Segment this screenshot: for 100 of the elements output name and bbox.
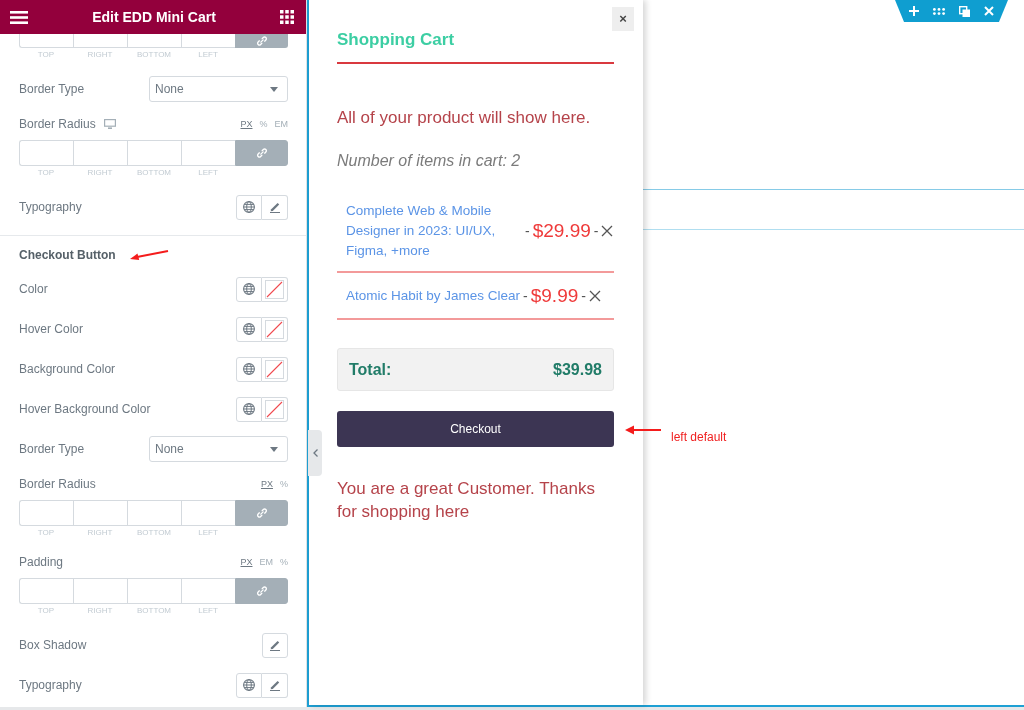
dimension-field[interactable] [181, 140, 235, 166]
close-icon[interactable] [588, 290, 601, 302]
global-button[interactable] [236, 396, 262, 422]
total-amount: $39.98 [553, 359, 602, 380]
control-label: Border Radius [19, 476, 96, 492]
globe-icon [243, 403, 255, 415]
control-label: Color [19, 281, 48, 297]
color-picker-button[interactable] [262, 316, 288, 342]
control-label: Box Shadow [19, 637, 87, 653]
control-label: Border Radius [19, 116, 96, 132]
color-picker-button[interactable] [262, 356, 288, 382]
control-label: Hover Background Color [19, 401, 151, 417]
product-link[interactable]: Atomic Habit by James Clear [346, 286, 521, 306]
select-field[interactable]: None [149, 76, 288, 102]
caret-down-icon [270, 446, 278, 452]
dimension-field[interactable] [127, 140, 181, 166]
annotation-arrow-icon [625, 425, 661, 435]
dimension-field[interactable] [181, 578, 235, 604]
empty-swatch-icon [265, 399, 284, 419]
item-count-text: Number of items in cart: 2 [337, 151, 522, 171]
pencil-icon [268, 679, 281, 691]
product-link[interactable]: Complete Web & Mobile Designer in 2023: UI/UX, Figma, +more [346, 201, 522, 261]
global-button[interactable] [236, 276, 262, 302]
side-label: BOTTOM [135, 167, 173, 179]
dimension-field[interactable] [181, 34, 235, 48]
chevron-left-icon [312, 449, 318, 457]
control-label: Background Color [19, 361, 116, 377]
dimension-field[interactable] [19, 34, 73, 48]
intro-text: All of your product will show here. [337, 107, 592, 129]
globe-icon [243, 323, 255, 335]
dimension-field[interactable] [19, 140, 73, 166]
apps-grid-icon[interactable] [280, 10, 294, 24]
global-button[interactable] [236, 316, 262, 342]
global-button[interactable] [236, 194, 262, 220]
close-button[interactable]: × [612, 7, 634, 31]
edit-button[interactable] [262, 672, 288, 698]
dots-grid-icon[interactable] [933, 7, 945, 15]
pencil-icon [269, 639, 281, 651]
select-field[interactable]: None [149, 436, 288, 462]
plus-icon[interactable] [909, 6, 919, 16]
unit-option[interactable]: PX [240, 118, 253, 130]
panel-toggle-button[interactable] [308, 430, 322, 476]
link-values-button[interactable] [235, 140, 288, 166]
separator-text: - [581, 287, 586, 306]
dimension-field[interactable] [73, 500, 127, 526]
item-price: $9.99 [530, 284, 579, 308]
item-price: $29.99 [532, 219, 591, 243]
panel-title: Edit EDD Mini Cart [91, 8, 217, 26]
global-button[interactable] [236, 672, 262, 698]
dimension-field[interactable] [127, 34, 181, 48]
globe-icon [243, 679, 255, 691]
globe-icon [243, 283, 255, 295]
link-icon [256, 35, 267, 46]
control-label: Border Type [19, 81, 85, 97]
checkout-button[interactable]: Checkout [337, 411, 614, 447]
separator-text: - [523, 287, 528, 306]
link-icon [256, 586, 267, 596]
unit-option[interactable]: % [280, 556, 288, 568]
edit-button[interactable] [262, 632, 288, 658]
global-button[interactable] [236, 356, 262, 382]
dimension-field[interactable] [127, 500, 181, 526]
annotation-text: left default [671, 429, 727, 445]
color-picker-button[interactable] [262, 396, 288, 422]
edit-button[interactable] [262, 194, 288, 220]
link-values-button[interactable] [235, 500, 288, 526]
unit-option[interactable]: % [259, 118, 268, 130]
control-label: Border Type [19, 441, 85, 457]
dimension-field[interactable] [127, 578, 181, 604]
link-values-button[interactable] [235, 34, 288, 48]
link-values-button[interactable] [235, 578, 288, 604]
menu-icon[interactable] [10, 10, 28, 24]
caret-down-icon [270, 86, 278, 92]
globe-icon [243, 363, 255, 375]
unit-option[interactable]: PX [240, 556, 253, 568]
pencil-icon [268, 201, 281, 213]
side-label: BOTTOM [135, 49, 173, 61]
control-label: Padding [19, 554, 64, 570]
dimension-field[interactable] [73, 578, 127, 604]
empty-swatch-icon [265, 359, 284, 379]
thanks-text: You are a great Customer. Thanks for shopping here [337, 478, 596, 523]
section-heading: Checkout Button [19, 247, 116, 263]
total-label: Total: [349, 359, 392, 380]
control-label: Hover Color [19, 321, 84, 337]
link-icon [256, 148, 267, 158]
dimension-field[interactable] [73, 34, 127, 48]
dimension-field[interactable] [181, 500, 235, 526]
monitor-icon[interactable] [103, 119, 116, 129]
side-label: BOTTOM [135, 605, 173, 617]
color-picker-button[interactable] [262, 276, 288, 302]
side-label: BOTTOM [135, 527, 173, 539]
separator-text: - [525, 222, 530, 241]
dimension-field[interactable] [73, 140, 127, 166]
separator-text: - [593, 222, 599, 241]
dimension-field[interactable] [19, 500, 73, 526]
control-label: Typography [19, 199, 82, 215]
close-icon[interactable] [601, 225, 614, 237]
unit-option[interactable]: PX [260, 478, 273, 490]
unit-option[interactable]: % [280, 478, 288, 490]
dimension-field[interactable] [19, 578, 73, 604]
duplicate-icon[interactable] [959, 5, 970, 17]
